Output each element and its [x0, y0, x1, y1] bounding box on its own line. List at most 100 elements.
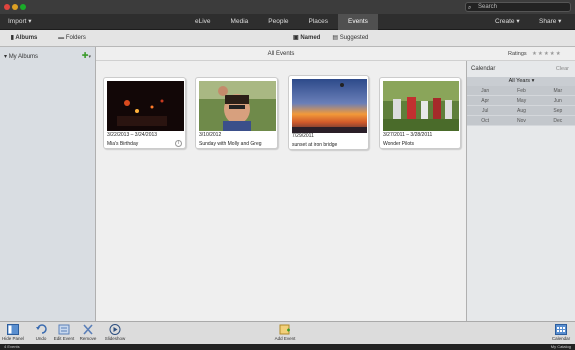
- month-dec[interactable]: Dec: [539, 116, 575, 126]
- search-input[interactable]: ⌕ Search: [465, 2, 571, 12]
- add-event-button[interactable]: Add Event: [273, 324, 297, 341]
- slideshow-button[interactable]: Slideshow: [104, 324, 126, 341]
- tab-albums[interactable]: ▮ Albums: [0, 30, 48, 47]
- tab-strip: eLive Media People Places Events: [185, 14, 378, 30]
- event-dates: 3/22/2013 – 3/24/2013: [107, 132, 158, 138]
- search-placeholder: Search: [478, 4, 498, 10]
- hide-panel-label: Hide Panel: [2, 336, 25, 341]
- event-name: Sunday with Molly and Greg: [199, 141, 262, 147]
- month-sep[interactable]: Sep: [539, 106, 575, 116]
- sub-toolbar: ▮ Albums ▬ Folders ▣ Named ▤ Suggested: [0, 30, 575, 47]
- event-name: Wonder Pilots: [383, 141, 415, 147]
- calendar-toggle-button[interactable]: Calendar: [550, 324, 572, 341]
- albums-label: Albums: [15, 35, 38, 41]
- remove-button[interactable]: Remove: [79, 324, 97, 341]
- month-nov[interactable]: Nov: [503, 116, 540, 126]
- folder-icon: ▬: [58, 35, 65, 41]
- tab-events[interactable]: Events: [338, 14, 378, 30]
- title-bar: ⌕ Search: [0, 0, 575, 14]
- remove-icon: [83, 324, 93, 335]
- minimize-window-button[interactable]: [12, 4, 18, 10]
- named-label: Named: [300, 35, 321, 41]
- calendar-panel: Calendar Clear All Years ▾ Jan Feb Mar A…: [466, 61, 575, 321]
- tab-suggested[interactable]: ▤ Suggested: [326, 30, 374, 47]
- import-label: Import: [8, 18, 27, 25]
- chevron-down-icon: ▾: [558, 18, 562, 25]
- ratings-filter: Ratings ★★★★★: [466, 47, 575, 61]
- month-jul[interactable]: Jul: [467, 106, 504, 116]
- album-icon: ▮: [10, 35, 14, 41]
- month-mar[interactable]: Mar: [539, 86, 575, 96]
- month-feb[interactable]: Feb: [503, 86, 540, 96]
- panel-icon: [7, 324, 19, 335]
- event-name: Mia's Birthday: [107, 141, 139, 147]
- tab-named[interactable]: ▣ Named: [287, 30, 326, 47]
- folders-label: Folders: [65, 35, 86, 41]
- event-card[interactable]: 3/10/2012 Sunday with Molly and Greg: [195, 77, 278, 149]
- event-card[interactable]: 7/29/2011 sunset at iron bridge: [288, 75, 369, 150]
- add-event-label: Add Event: [274, 336, 296, 341]
- month-apr[interactable]: Apr: [467, 96, 504, 106]
- add-album-button[interactable]: ✚▾: [82, 52, 91, 61]
- add-event-icon: [279, 324, 290, 335]
- clear-button[interactable]: Clear: [556, 66, 569, 72]
- month-may[interactable]: May: [503, 96, 540, 106]
- chevron-down-icon: ▾: [88, 54, 91, 60]
- tab-media[interactable]: Media: [221, 14, 259, 30]
- chevron-down-icon: ▾: [516, 18, 520, 25]
- tab-places[interactable]: Places: [299, 14, 339, 30]
- month-jan[interactable]: Jan: [467, 86, 504, 96]
- event-name: sunset at iron bridge: [292, 142, 338, 148]
- month-aug[interactable]: Aug: [503, 106, 540, 116]
- undo-icon: [36, 324, 47, 334]
- disclosure-triangle-icon: ▾: [4, 54, 8, 60]
- event-thumbnail: [107, 81, 184, 131]
- event-dates: 3/10/2012: [199, 132, 222, 138]
- rating-stars[interactable]: ★★★★★: [532, 47, 562, 61]
- info-icon[interactable]: i: [175, 140, 182, 147]
- my-albums-header[interactable]: ▾ My Albums: [4, 53, 38, 60]
- edit-event-icon: [58, 324, 70, 335]
- event-card[interactable]: 3/22/2013 – 3/24/2013 Mia's Birthday i: [103, 77, 186, 149]
- chevron-down-icon: ▾: [28, 18, 32, 25]
- create-label: Create: [495, 18, 515, 25]
- tab-elive[interactable]: eLive: [185, 14, 221, 30]
- menu-bar: Import ▾ eLive Media People Places Event…: [0, 14, 575, 30]
- calendar-label: Calendar: [551, 336, 571, 341]
- undo-label: Undo: [35, 336, 47, 341]
- chevron-down-icon: ▾: [531, 78, 535, 84]
- create-menu[interactable]: Create ▾: [495, 14, 520, 30]
- tab-people[interactable]: People: [258, 14, 298, 30]
- month-oct[interactable]: Oct: [467, 116, 504, 126]
- undo-button[interactable]: Undo: [33, 324, 49, 341]
- event-dates: 3/27/2011 – 3/28/2011: [383, 132, 433, 138]
- zoom-window-button[interactable]: [20, 4, 26, 10]
- edit-event-label: Edit Event: [53, 336, 75, 341]
- page-title: All Events: [96, 47, 466, 61]
- share-menu[interactable]: Share ▾: [539, 14, 561, 30]
- year-label: All Years: [508, 78, 531, 84]
- suggested-label: Suggested: [339, 35, 369, 41]
- close-window-button[interactable]: [4, 4, 10, 10]
- edit-event-button[interactable]: Edit Event: [53, 324, 75, 341]
- month-grid: Jan Feb Mar Apr May Jun Jul Aug Sep Oct …: [467, 86, 575, 126]
- year-selector[interactable]: All Years ▾: [467, 77, 575, 86]
- event-count: 4 Events: [4, 344, 20, 349]
- month-jun[interactable]: Jun: [539, 96, 575, 106]
- slideshow-label: Slideshow: [104, 336, 126, 341]
- share-label: Share: [539, 18, 557, 25]
- events-grid: All Events 3/22/2013 – 3/24/2013 Mia's B…: [96, 47, 466, 321]
- catalog-name: My Catalog: [550, 344, 571, 349]
- remove-label: Remove: [79, 336, 97, 341]
- bottom-toolbar: Hide Panel Undo Edit Event Remove Slides…: [0, 321, 575, 344]
- play-icon: [109, 324, 121, 335]
- named-icon: ▣: [293, 35, 299, 41]
- hide-panel-button[interactable]: Hide Panel: [2, 324, 24, 341]
- calendar-title: Calendar: [471, 66, 496, 72]
- ratings-label: Ratings: [508, 51, 527, 57]
- event-card[interactable]: 3/27/2011 – 3/28/2011 Wonder Pilots: [379, 77, 461, 149]
- view-tabs: ▣ Named ▤ Suggested: [287, 30, 374, 47]
- tab-folders[interactable]: ▬ Folders: [48, 30, 96, 47]
- suggested-icon: ▤: [332, 35, 339, 41]
- import-menu[interactable]: Import ▾: [8, 14, 32, 30]
